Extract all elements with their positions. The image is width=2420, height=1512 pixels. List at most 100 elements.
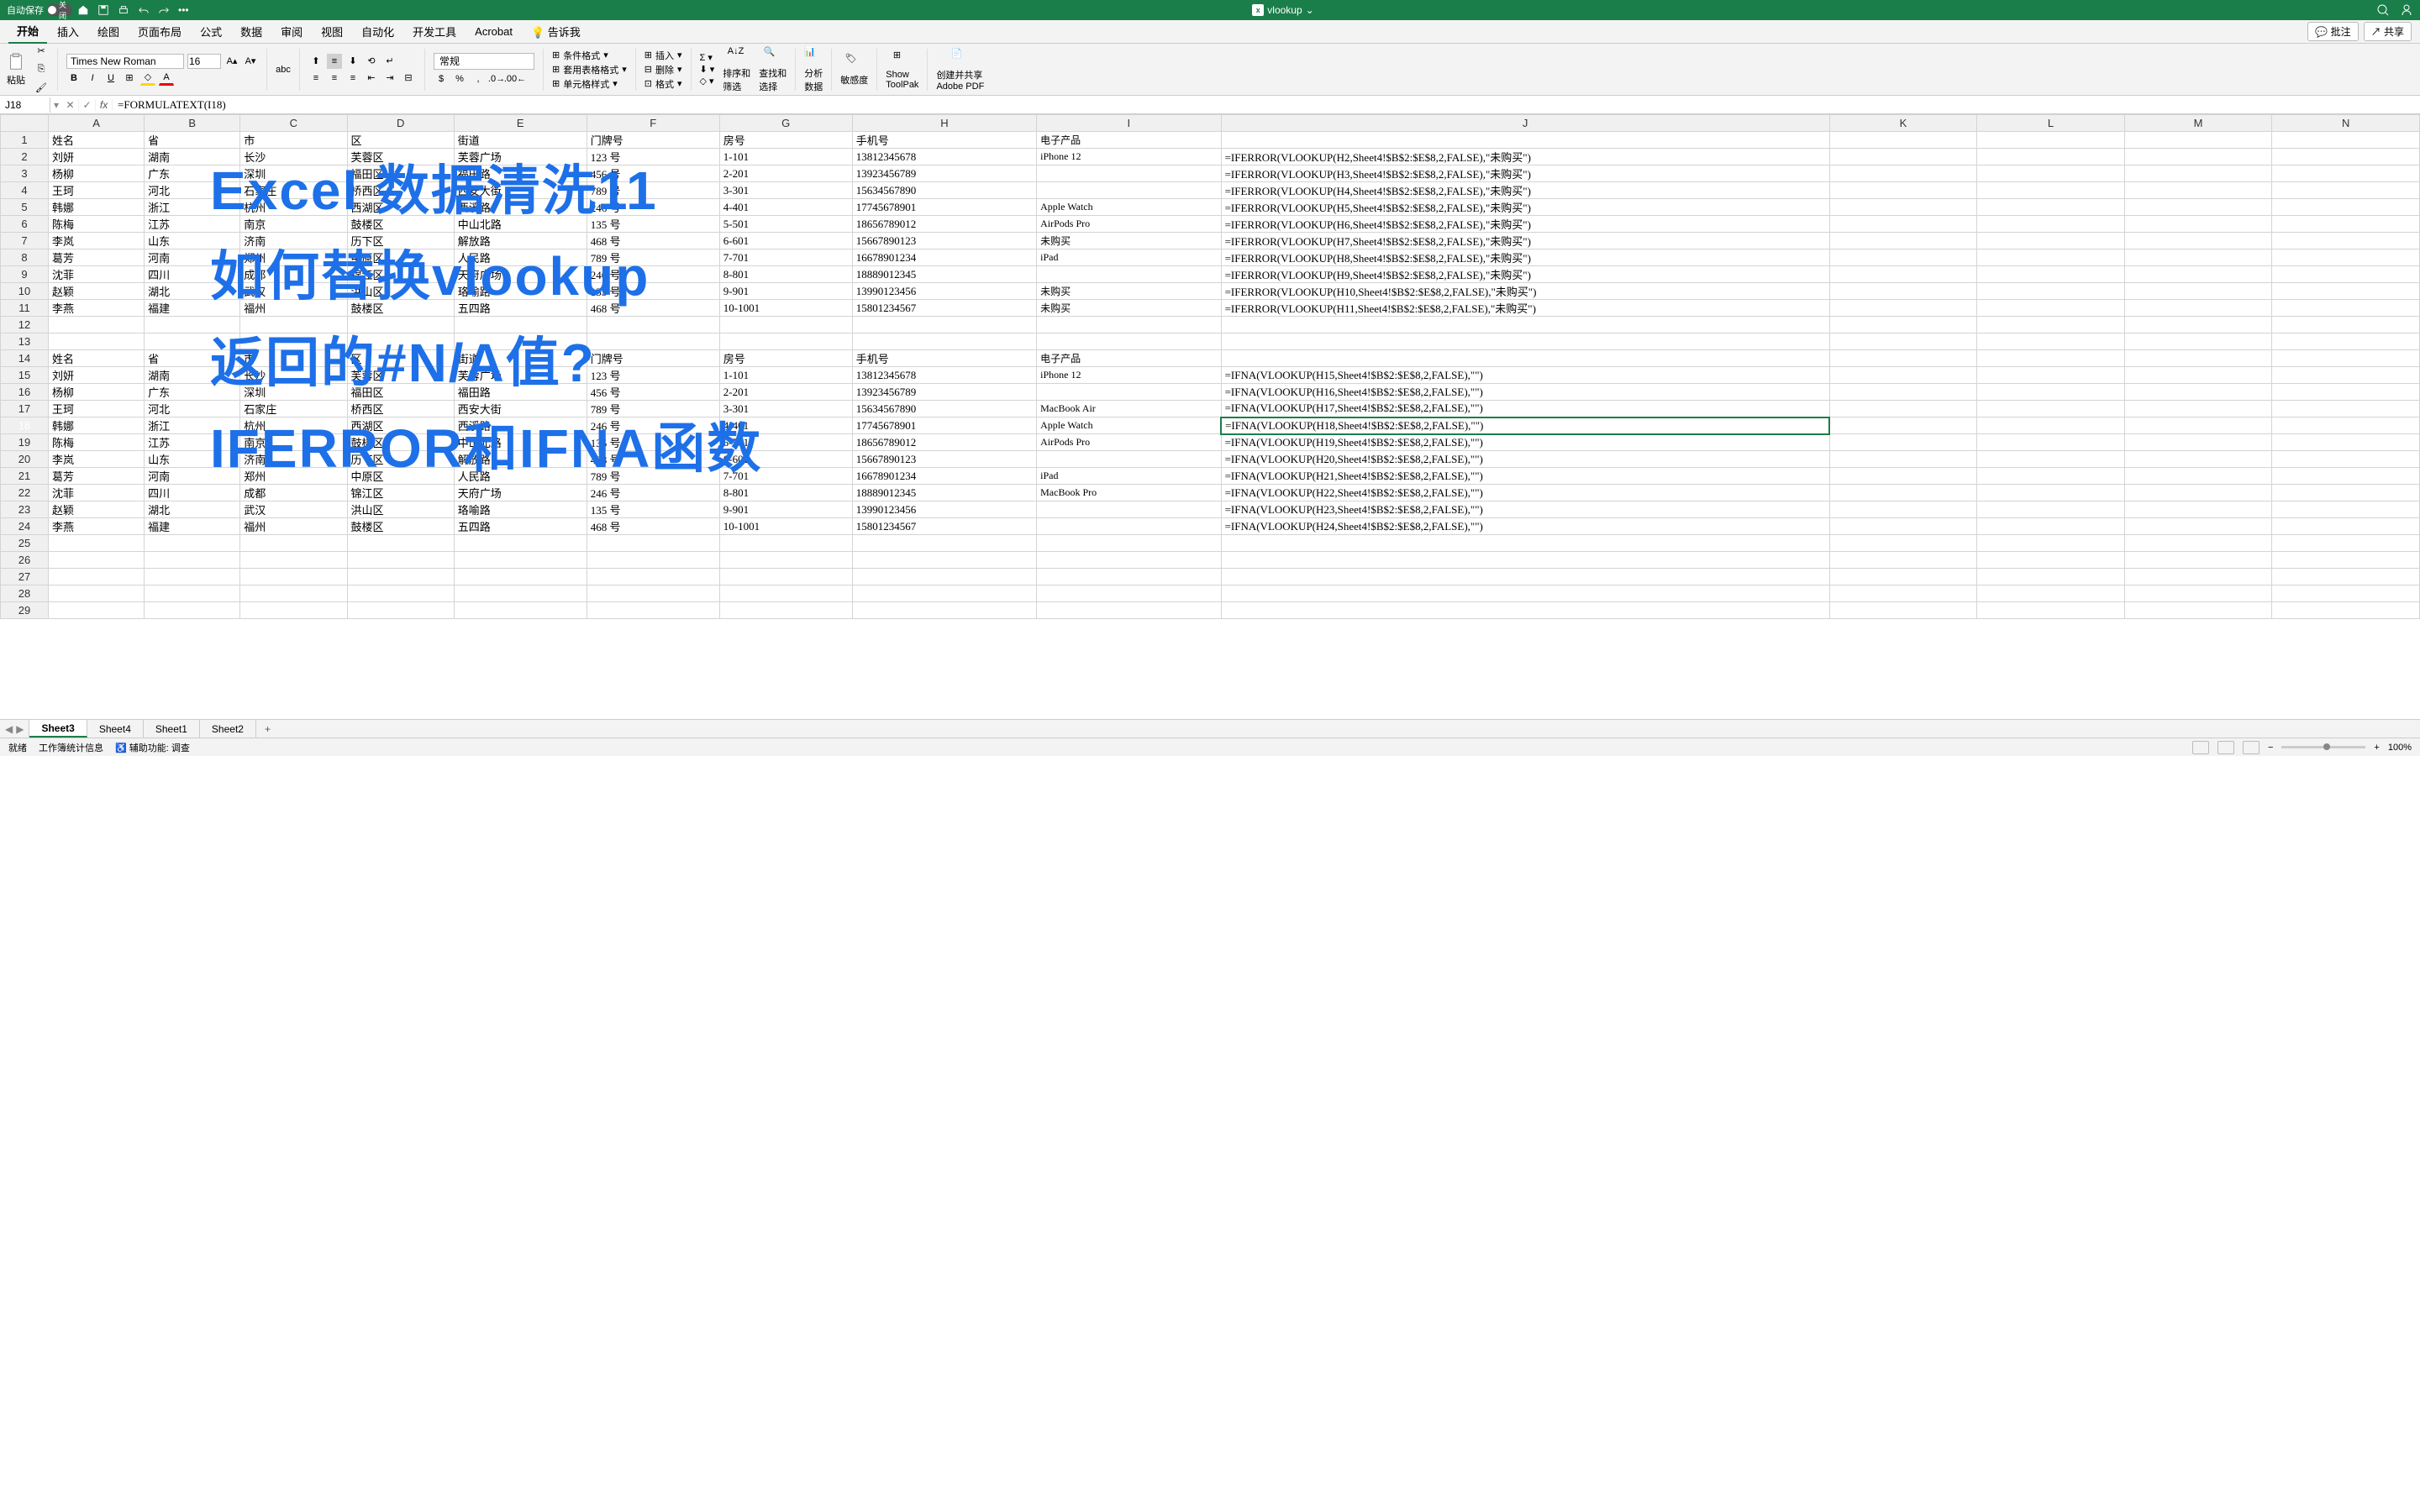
cell[interactable]: 13812345678 [852, 367, 1036, 384]
copy-icon[interactable]: ⎘ [34, 62, 49, 77]
row-header[interactable]: 2 [1, 149, 49, 165]
cell[interactable]: =IFERROR(VLOOKUP(H2,Sheet4!$B$2:$E$8,2,F… [1221, 149, 1829, 165]
cell[interactable]: 韩娜 [49, 417, 145, 434]
cell[interactable] [1977, 417, 2125, 434]
cell[interactable] [145, 569, 240, 585]
cell[interactable] [2124, 401, 2272, 417]
cell[interactable]: 3-301 [719, 401, 852, 417]
cell[interactable] [2124, 317, 2272, 333]
cell[interactable] [240, 317, 347, 333]
cell[interactable]: 135 号 [587, 501, 719, 518]
cell[interactable]: 石家庄 [240, 401, 347, 417]
align-left-icon[interactable]: ≡ [308, 71, 324, 86]
cell[interactable]: 鼓楼区 [347, 434, 454, 451]
cell[interactable] [719, 317, 852, 333]
cell[interactable]: Apple Watch [1037, 199, 1221, 216]
cell[interactable]: 4-401 [719, 417, 852, 434]
cell[interactable] [1037, 384, 1221, 401]
cell[interactable]: 杭州 [240, 417, 347, 434]
cell[interactable] [2272, 233, 2420, 249]
cell[interactable] [347, 333, 454, 350]
cell[interactable]: =IFERROR(VLOOKUP(H9,Sheet4!$B$2:$E$8,2,F… [1221, 266, 1829, 283]
font-size-select[interactable] [187, 54, 221, 69]
zoom-in-icon[interactable]: + [2374, 743, 2379, 753]
merge-button[interactable]: ⊟ [401, 71, 416, 86]
row-header[interactable]: 11 [1, 300, 49, 317]
cell[interactable] [2272, 501, 2420, 518]
zoom-out-icon[interactable]: − [2268, 743, 2273, 753]
cell[interactable]: 赵颖 [49, 283, 145, 300]
toolpak-button[interactable]: ⊞ Show ToolPak [886, 50, 918, 90]
select-all-button[interactable] [1, 115, 49, 132]
cell[interactable]: 中原区 [347, 468, 454, 485]
cell[interactable]: 山东 [145, 451, 240, 468]
cell[interactable] [145, 333, 240, 350]
row-header[interactable]: 29 [1, 602, 49, 619]
cell[interactable] [1829, 165, 1977, 182]
cell[interactable]: 门牌号 [587, 350, 719, 367]
cell[interactable]: 杭州 [240, 199, 347, 216]
cell[interactable]: 18889012345 [852, 485, 1036, 501]
cell[interactable]: 历下区 [347, 233, 454, 249]
cell[interactable]: 15667890123 [852, 233, 1036, 249]
cell[interactable]: 15801234567 [852, 300, 1036, 317]
tell-me[interactable]: 💡 告诉我 [523, 20, 2306, 43]
cell[interactable] [1977, 317, 2125, 333]
cell[interactable]: 中山北路 [454, 216, 587, 233]
cell[interactable] [2124, 367, 2272, 384]
cell[interactable] [2272, 518, 2420, 535]
cell[interactable]: =IFNA(VLOOKUP(H15,Sheet4!$B$2:$E$8,2,FAL… [1221, 367, 1829, 384]
cell[interactable] [1829, 283, 1977, 300]
cell[interactable] [2124, 451, 2272, 468]
percent-icon[interactable]: % [452, 71, 467, 87]
cell[interactable] [1037, 266, 1221, 283]
row-header[interactable]: 27 [1, 569, 49, 585]
cell[interactable]: 李岚 [49, 451, 145, 468]
cell[interactable] [2272, 132, 2420, 149]
cell[interactable] [2272, 552, 2420, 569]
decrease-font-icon[interactable]: A▾ [243, 54, 258, 69]
row-header[interactable]: 23 [1, 501, 49, 518]
row-header[interactable]: 24 [1, 518, 49, 535]
cell[interactable] [719, 569, 852, 585]
cell[interactable]: 18656789012 [852, 216, 1036, 233]
cell[interactable]: 石家庄 [240, 182, 347, 199]
confirm-formula-icon[interactable]: ✓ [79, 99, 96, 111]
toggle-off-icon[interactable]: 关闭 [47, 4, 72, 16]
cell[interactable] [240, 585, 347, 602]
autosum-button[interactable]: Σ ▾ [700, 52, 715, 63]
cell[interactable]: 历下区 [347, 451, 454, 468]
cell[interactable] [2272, 535, 2420, 552]
cell[interactable] [1037, 585, 1221, 602]
cell[interactable] [454, 569, 587, 585]
row-header[interactable]: 13 [1, 333, 49, 350]
cell[interactable] [1829, 367, 1977, 384]
cell[interactable]: 135 号 [587, 434, 719, 451]
spreadsheet-area[interactable]: ABCDEFGHIJKLMN 1姓名省市区街道门牌号房号手机号电子产品2刘妍湖南… [0, 114, 2420, 719]
sort-filter-button[interactable]: A↓Z 排序和 筛选 [723, 46, 750, 93]
cell[interactable]: 468 号 [587, 451, 719, 468]
cell[interactable]: 湖北 [145, 283, 240, 300]
cell[interactable]: 市 [240, 132, 347, 149]
cell[interactable]: 5-501 [719, 434, 852, 451]
cell[interactable] [587, 552, 719, 569]
cell[interactable]: 789 号 [587, 468, 719, 485]
fill-color-button[interactable]: ◇ [140, 71, 155, 86]
cell[interactable] [1829, 266, 1977, 283]
cell[interactable] [2124, 602, 2272, 619]
cell[interactable]: 西安大街 [454, 401, 587, 417]
cell[interactable]: 未购买 [1037, 233, 1221, 249]
cell[interactable] [1829, 233, 1977, 249]
cell[interactable]: 珞喻路 [454, 501, 587, 518]
cell[interactable] [1829, 501, 1977, 518]
cell[interactable]: 福州 [240, 518, 347, 535]
cell[interactable] [2124, 350, 2272, 367]
decrease-decimal-icon[interactable]: .00← [508, 71, 523, 87]
cell[interactable]: 福建 [145, 518, 240, 535]
cell[interactable] [240, 602, 347, 619]
cell[interactable] [2124, 233, 2272, 249]
column-header[interactable]: I [1037, 115, 1221, 132]
cell[interactable] [2272, 468, 2420, 485]
cell[interactable]: AirPods Pro [1037, 434, 1221, 451]
cell[interactable] [347, 535, 454, 552]
